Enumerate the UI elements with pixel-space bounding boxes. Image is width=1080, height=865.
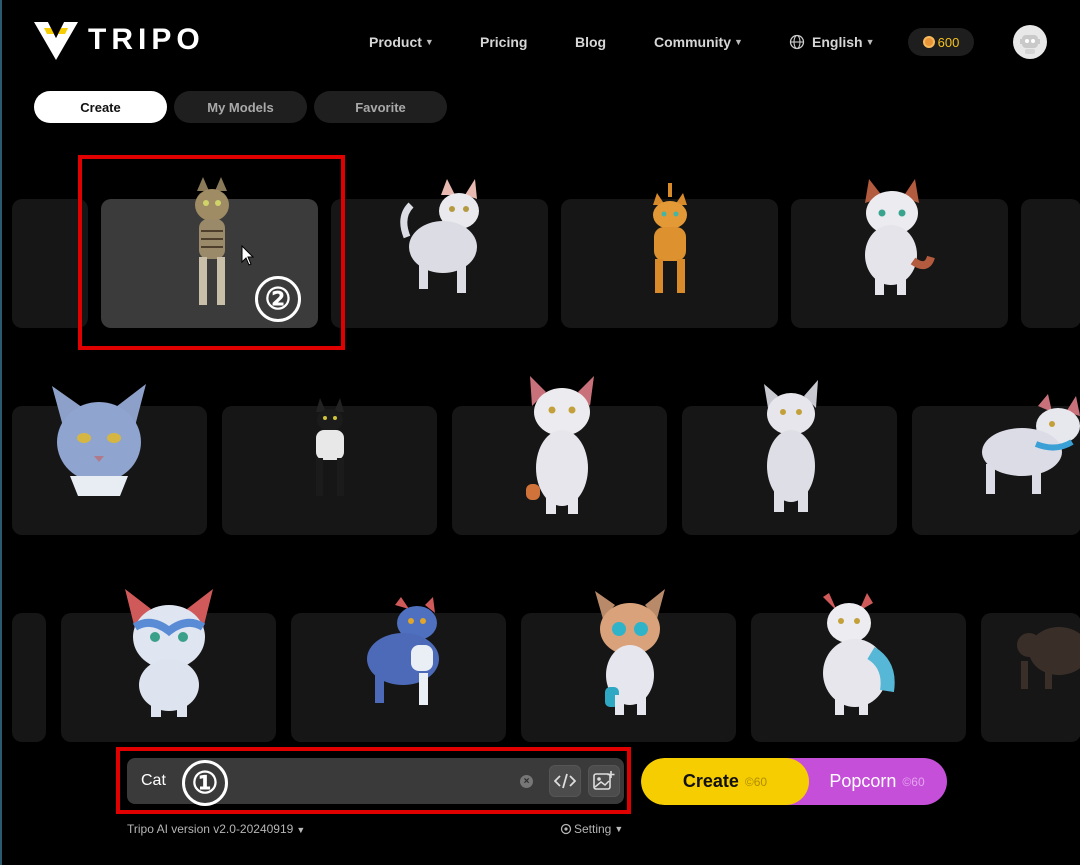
coin-icon [922, 36, 935, 48]
popcorn-cost: ©60 [902, 774, 925, 789]
model-card[interactable] [222, 398, 437, 535]
version-selector[interactable]: Tripo AI version v2.0-20240919 ▼ [127, 822, 305, 836]
create-button-label: Create [682, 771, 739, 791]
popcorn-cost-value: 60 [911, 774, 925, 789]
window-edge [0, 0, 2, 865]
model-card[interactable] [1021, 199, 1080, 328]
model-card[interactable] [452, 376, 667, 535]
orange-cat-model [653, 183, 687, 293]
chevron-down-icon: ▼ [614, 824, 624, 834]
create-cost: ©60 [744, 774, 768, 789]
nav-product[interactable]: Product ▼ [369, 32, 434, 52]
create-cost-value: 60 [753, 774, 768, 789]
nav-community-label: Community [654, 34, 731, 50]
tab-favorite-label: Favorite [355, 99, 406, 115]
white-cat-model [400, 179, 479, 293]
robot-avatar-icon [1020, 35, 1040, 54]
language-selector[interactable]: English ▼ [789, 32, 874, 52]
version-label: Tripo AI version v2.0-20240919 [127, 822, 294, 836]
step-2-label: ② [264, 282, 292, 316]
tab-create[interactable]: Create [34, 91, 167, 123]
white-orange-cat-model [526, 376, 594, 514]
language-label: English [812, 34, 863, 50]
calico-cat-model [865, 179, 935, 295]
nav-pricing-label: Pricing [480, 34, 528, 50]
model-card[interactable] [751, 593, 966, 742]
nav-product-label: Product [369, 34, 422, 50]
model-card[interactable] [521, 589, 736, 742]
popcorn-button[interactable]: Popcorn ©60 [785, 758, 947, 805]
chevron-down-icon: ▼ [296, 825, 306, 835]
nav-blog[interactable]: Blog [575, 32, 606, 52]
credits-count: 600 [937, 34, 960, 50]
chevron-down-icon: ▼ [865, 37, 875, 47]
highlight-box-selected-model [78, 155, 345, 350]
step-2-marker: ② [255, 276, 301, 322]
gear-icon [560, 823, 572, 835]
nav-community[interactable]: Community ▼ [654, 32, 743, 52]
dark-cat-model [1017, 627, 1080, 689]
user-avatar[interactable] [1013, 25, 1047, 59]
chevron-down-icon: ▼ [424, 37, 434, 47]
globe-icon [789, 34, 805, 50]
model-card[interactable] [12, 384, 207, 535]
brand-name: TRIPO [88, 23, 205, 56]
model-card[interactable] [682, 380, 897, 535]
blue-collar-cat-model [982, 394, 1080, 494]
tab-create-label: Create [80, 99, 121, 115]
teal-calico-cat-model [595, 589, 665, 715]
model-card[interactable] [981, 613, 1080, 742]
black-white-cat-model [316, 398, 344, 496]
tab-my-models-label: My Models [207, 99, 274, 115]
tripo-logo-icon [34, 22, 78, 60]
model-card[interactable] [791, 179, 1008, 328]
tab-favorite[interactable]: Favorite [314, 91, 447, 123]
nav-pricing[interactable]: Pricing [480, 32, 527, 52]
step-1-label: ① [191, 766, 219, 800]
model-card[interactable] [291, 597, 506, 742]
model-card[interactable] [12, 613, 46, 742]
popcorn-button-label: Popcorn [829, 771, 897, 791]
white-teal-cat-model [823, 593, 895, 715]
setting-button[interactable]: Setting ▼ [560, 822, 623, 836]
model-card[interactable] [912, 394, 1080, 535]
blue-cat-head-model [52, 384, 146, 496]
model-card[interactable] [561, 183, 778, 328]
chevron-down-icon: ▼ [734, 37, 743, 47]
setting-label: Setting [574, 822, 612, 836]
model-card[interactable] [331, 179, 548, 328]
model-card[interactable] [12, 199, 88, 328]
tripo-logo[interactable]: TRIPO [32, 18, 205, 62]
blue-cat-model [367, 597, 439, 705]
credits-badge[interactable]: 600 [908, 28, 974, 56]
model-card[interactable] [61, 589, 276, 742]
tab-my-models[interactable]: My Models [174, 91, 307, 123]
blue-white-cat-model [125, 589, 213, 717]
nav-blog-label: Blog [575, 34, 607, 50]
generate-buttons: Create ©60 Popcorn ©60 [641, 758, 947, 805]
create-button[interactable]: Create ©60 [641, 758, 809, 805]
step-1-marker: ① [182, 760, 228, 806]
grey-white-cat-model [764, 380, 818, 512]
